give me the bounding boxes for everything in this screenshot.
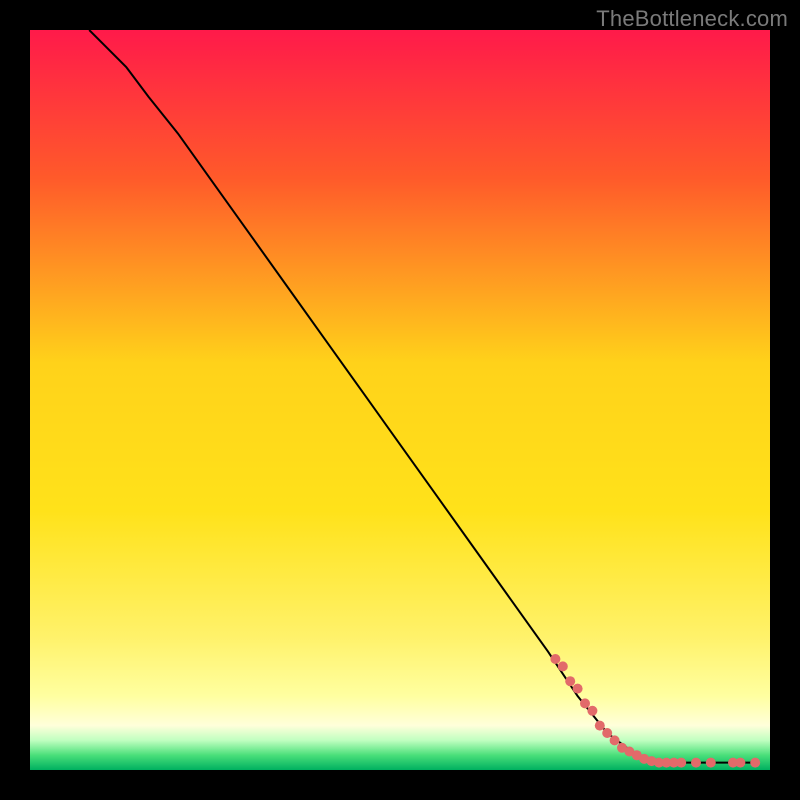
highlight-point [706, 758, 716, 768]
highlight-point [580, 698, 590, 708]
highlight-point [676, 758, 686, 768]
highlight-point [610, 735, 620, 745]
highlight-point [573, 684, 583, 694]
highlight-point [565, 676, 575, 686]
chart-background-gradient [30, 30, 770, 770]
highlight-point [735, 758, 745, 768]
watermark-label: TheBottleneck.com [596, 6, 788, 32]
highlight-point [750, 758, 760, 768]
highlight-point [691, 758, 701, 768]
highlight-point [602, 728, 612, 738]
highlight-point [587, 706, 597, 716]
highlight-point [595, 721, 605, 731]
chart-plot [30, 30, 770, 770]
highlight-point [558, 661, 568, 671]
highlight-point [550, 654, 560, 664]
chart-frame: TheBottleneck.com [0, 0, 800, 800]
